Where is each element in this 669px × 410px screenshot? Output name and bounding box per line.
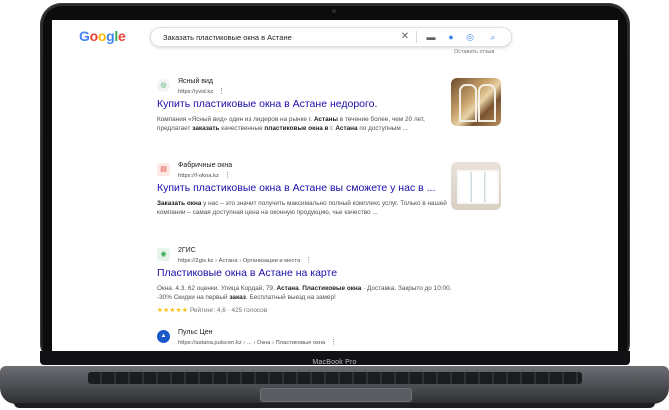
leave-review-link[interactable]: Оставить отзыв [454,49,494,55]
site-favicon: ▤ [157,163,170,176]
mic-icon[interactable]: ● [445,31,457,43]
site-favicon: ◉ [157,248,170,261]
result-snippet: Окна. 4.3. 62 оценки. Улица Кордай, 79, … [157,285,452,302]
site-name[interactable]: Фабричные окна [178,162,232,169]
laptop-foot [14,403,655,408]
result-title[interactable]: Пластиковые окна в Астане на карте [157,267,337,279]
result-thumbnail[interactable] [451,162,501,210]
rating: ★★★★★ Рейтинг: 4,6 · 425 голосов [157,306,267,314]
site-url[interactable]: https://f-okna.kz ⋮ [178,171,231,179]
keyboard-icon[interactable]: ▬ [425,31,437,43]
site-url[interactable]: https://yvid.kz ⋮ [178,87,225,95]
more-vert-icon[interactable]: ⋮ [305,257,312,264]
google-logo[interactable]: Google [79,28,126,44]
search-icon[interactable]: ⌕ [487,31,499,43]
search-divider [416,31,417,43]
result-title[interactable]: Купить пластиковые окна в Астане недорог… [157,98,377,110]
lens-icon[interactable]: ◎ [464,31,476,43]
result-snippet: Компания «Ясный вид» один из лидеров на … [157,116,425,133]
site-url[interactable]: https://astana.pulscen.kz › ... › Окна ›… [178,338,337,346]
result-snippet: Заказать окна у нас – это значит получит… [157,200,447,217]
search-input[interactable] [163,31,403,43]
trackpad [260,388,412,402]
more-vert-icon[interactable]: ⋮ [218,88,225,95]
site-name[interactable]: Пульс Цен [178,329,213,336]
star-rating-icon: ★★★★★ [157,307,189,314]
keyboard [88,372,582,384]
site-url[interactable]: https://2gis.kz › Астана › Организации и… [178,256,312,264]
search-box[interactable]: ✕ ▬ ● ◎ ⌕ [150,27,512,47]
more-vert-icon[interactable]: ⋮ [224,172,231,179]
browser-screen: Google ✕ ▬ ● ◎ ⌕ Оставить отзыв ◎ Ясный … [52,20,618,351]
device-brand-label: MacBook Pro [312,359,357,366]
result-thumbnail[interactable] [451,78,501,126]
site-name[interactable]: Ясный вид [178,78,213,85]
site-favicon: ◎ [157,79,170,92]
search-header: Google ✕ ▬ ● ◎ ⌕ Оставить отзыв [52,20,618,55]
camera-icon [332,9,336,13]
more-vert-icon[interactable]: ⋮ [330,339,337,346]
result-title[interactable]: Купить пластиковые окна в Астане вы смож… [157,182,435,194]
rating-text: Рейтинг: 4,6 · 425 голосов [189,307,268,314]
clear-icon[interactable]: ✕ [399,31,411,43]
site-favicon: ▲ [157,330,170,343]
site-name[interactable]: 2ГИС [178,247,196,254]
